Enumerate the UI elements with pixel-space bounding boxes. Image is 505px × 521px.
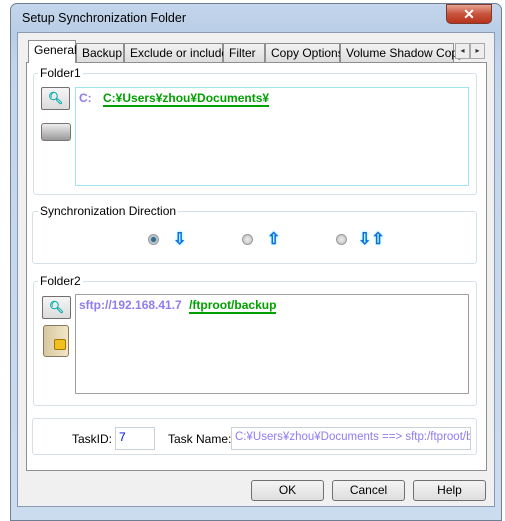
folder2-browse-button[interactable]: 🔍︎: [42, 296, 71, 319]
sync-direction-label: Synchronization Direction: [38, 204, 179, 218]
arrow-up-icon: ⇧: [267, 231, 281, 248]
hard-drive-icon: [41, 123, 71, 141]
direction-radio-both[interactable]: [336, 234, 347, 245]
search-icon: 🔍︎: [47, 91, 64, 105]
close-button[interactable]: ✕: [446, 4, 492, 24]
tab-scroll-right[interactable]: ▸: [470, 43, 485, 59]
tab-scroll-left[interactable]: ◂: [455, 43, 470, 59]
folder1-path[interactable]: C:¥Users¥zhou¥Documents¥: [103, 91, 270, 107]
tab-filter[interactable]: Filter: [223, 43, 265, 63]
folder2-path-field[interactable]: sftp://192.168.41.7 /ftproot/backup: [75, 294, 469, 394]
folder1-browse-button[interactable]: 🔍︎: [41, 87, 70, 110]
task-id-label: TaskID:: [72, 432, 113, 446]
folder1-label: Folder1: [38, 66, 83, 80]
folder2-path[interactable]: /ftproot/backup: [189, 298, 277, 314]
ok-button[interactable]: OK: [251, 480, 324, 501]
folder2-label: Folder2: [38, 274, 83, 288]
direction-radio-download[interactable]: [148, 234, 159, 245]
folder1-drive: C:: [79, 91, 92, 105]
tab-copy-options[interactable]: Copy Options: [265, 43, 344, 63]
task-name-field[interactable]: C:¥Users¥zhou¥Documents ==> sftp:/ftproo…: [231, 427, 471, 450]
sync-direction-group: [32, 211, 477, 264]
tab-exclude-include[interactable]: Exclude or include: [124, 43, 228, 63]
window-title: Setup Synchronization Folder: [22, 11, 186, 25]
secure-server-icon: [43, 325, 69, 357]
tab-backup[interactable]: Backup: [76, 43, 124, 63]
cancel-button[interactable]: Cancel: [332, 480, 405, 501]
arrow-down-icon: ⇩: [173, 231, 187, 248]
task-name-label: Task Name:: [168, 432, 232, 446]
arrow-bidirectional-icon: ⇩⇧: [358, 231, 385, 248]
task-id-field[interactable]: 7: [115, 427, 155, 450]
folder2-protocol: sftp://192.168.41.7: [79, 298, 182, 312]
search-icon: 🔍︎: [48, 300, 65, 314]
direction-radio-upload[interactable]: [242, 234, 253, 245]
folder1-path-field[interactable]: C: C:¥Users¥zhou¥Documents¥: [75, 87, 469, 186]
help-button[interactable]: Help: [413, 480, 486, 501]
tab-general[interactable]: General: [28, 40, 77, 63]
tab-volume-shadow-copy[interactable]: Volume Shadow Copy: [340, 43, 464, 63]
